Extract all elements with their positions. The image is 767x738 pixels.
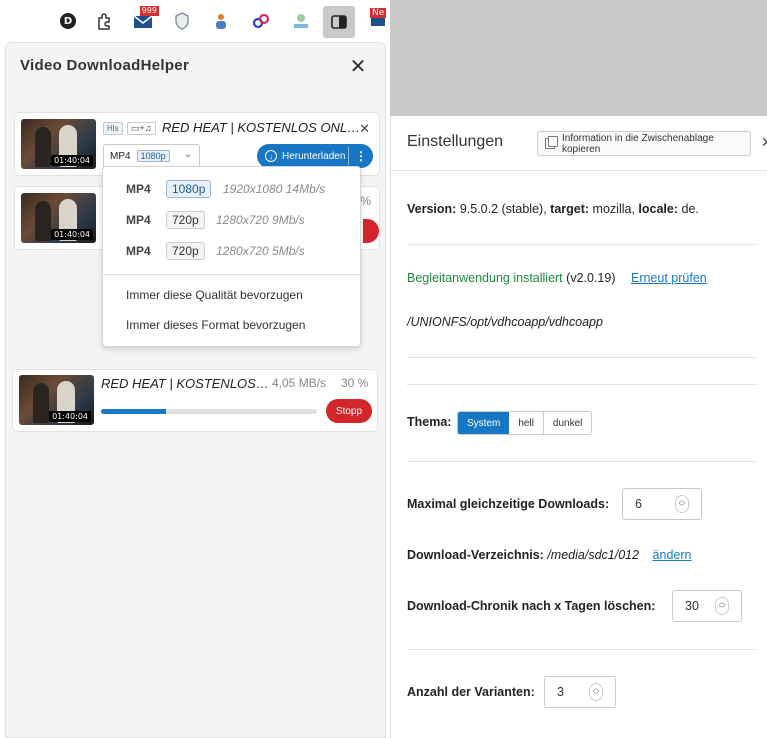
- divider: [407, 649, 755, 650]
- download-directory: Download-Verzeichnis: /media/sdc1/012 än…: [407, 548, 692, 562]
- video-thumbnail: 01:40:04: [21, 119, 96, 169]
- mail-badge: 999: [139, 6, 159, 16]
- theme-label: Thema:: [407, 415, 452, 429]
- divider: [407, 461, 755, 462]
- mail-extension-icon[interactable]: 999: [130, 6, 159, 34]
- download-helper-icon[interactable]: [288, 8, 314, 34]
- audio-video-badge: ▭+♫: [127, 122, 156, 135]
- chevron-down-icon: ⌄: [183, 149, 192, 160]
- theme-selector[interactable]: System hell dunkel: [457, 411, 593, 435]
- download-label: Herunterladen: [282, 150, 346, 162]
- variant-format: MP4: [126, 244, 151, 258]
- prefer-quality-option[interactable]: Immer diese Qualität bevorzugen: [126, 288, 303, 302]
- settings-title: Einstellungen: [407, 133, 504, 150]
- variant-dropdown: MP4 1080p 1920x1080 14Mb/s MP4 720p 1280…: [102, 166, 361, 347]
- divider: [407, 384, 755, 385]
- video-title: RED HEAT | KOSTENLOS…: [101, 376, 269, 391]
- variant-option[interactable]: MP4 1080p 1920x1080 14Mb/s: [103, 176, 360, 202]
- max-downloads-input[interactable]: 6 ︿ ﹀: [622, 488, 702, 520]
- recheck-link[interactable]: Erneut prüfen: [631, 271, 707, 285]
- divider: [407, 357, 755, 358]
- progress-percent: 30 %: [341, 376, 369, 390]
- shield-extension-icon[interactable]: [169, 8, 195, 34]
- divider: [407, 244, 755, 245]
- variant-quality: 1080p: [166, 180, 212, 198]
- downloadhelper-panel: Video DownloadHelper ✕ 01:40:04 Hls ▭+♫ …: [5, 42, 386, 738]
- theme-option-system[interactable]: System: [458, 412, 510, 434]
- change-directory-link[interactable]: ändern: [653, 548, 692, 562]
- history-label: Download-Chronik nach x Tagen löschen:: [407, 599, 656, 613]
- duration-label: 01:40:04: [51, 155, 93, 166]
- video-title: RED HEAT | KOSTENLOS ONL…: [162, 120, 361, 135]
- progress-bar: [101, 409, 317, 414]
- theme-option-dark[interactable]: dunkel: [542, 412, 592, 434]
- stop-button[interactable]: [363, 219, 379, 243]
- stop-button[interactable]: Stopp: [326, 399, 372, 423]
- news-extension-icon[interactable]: Ne: [366, 6, 390, 32]
- link-extension-icon[interactable]: [248, 8, 274, 34]
- download-button[interactable]: ↓ Herunterladen ⋮: [257, 144, 373, 168]
- copy-info-label: Information in die Zwischenablage kopier…: [562, 132, 714, 155]
- variant-info: 1280x720 5Mb/s: [216, 244, 305, 258]
- variant-option[interactable]: MP4 720p 1280x720 5Mb/s: [103, 238, 360, 264]
- settings-header: Einstellungen Information in die Zwische…: [391, 116, 767, 171]
- max-downloads-label: Maximal gleichzeitige Downloads:: [407, 497, 610, 511]
- theme-option-light[interactable]: hell: [509, 412, 543, 434]
- spinner-icon[interactable]: ︿ ﹀: [715, 597, 729, 615]
- video-item[interactable]: 01:40:04 RED HEAT | KOSTENLOS… 4,05 MB/s…: [12, 369, 378, 432]
- prefer-format-option[interactable]: Immer dieses Format bevorzugen: [126, 318, 305, 332]
- video-thumbnail: 01:40:04: [19, 375, 94, 425]
- companion-status: Begleitanwendung installiert (v2.0.19) E…: [407, 271, 707, 285]
- copy-info-button[interactable]: Information in die Zwischenablage kopier…: [537, 131, 751, 156]
- variant-info: 1280x720 9Mb/s: [216, 213, 305, 227]
- variant-info: 1920x1080 14Mb/s: [223, 182, 326, 196]
- format-select[interactable]: MP4 1080p ⌄: [103, 144, 200, 168]
- progress-fill: [101, 409, 166, 414]
- close-settings-icon[interactable]: ✕: [761, 134, 767, 151]
- dropdown-divider: [103, 274, 360, 275]
- variant-format: MP4: [126, 182, 151, 196]
- browser-toolbar: D 999 Ne: [0, 0, 390, 42]
- variants-label: Anzahl der Varianten:: [407, 685, 535, 699]
- download-rate: 4,05 MB/s: [272, 376, 327, 390]
- spinner-icon[interactable]: ︿ ﹀: [675, 495, 689, 513]
- duration-label: 01:40:04: [49, 411, 91, 422]
- spinner-icon[interactable]: ︿ ﹀: [589, 683, 603, 701]
- panel-title: Video DownloadHelper: [20, 57, 190, 74]
- version-info: Version: 9.5.0.2 (stable), target: mozil…: [407, 202, 699, 216]
- progress-percent: %: [360, 194, 371, 208]
- profile-letter: D: [60, 13, 76, 29]
- variant-quality: 720p: [166, 211, 205, 229]
- quality-badge: 1080p: [136, 150, 170, 162]
- variant-option[interactable]: MP4 720p 1280x720 9Mb/s: [103, 207, 360, 233]
- copy-icon: [545, 136, 558, 149]
- duration-label: 01:40:04: [51, 229, 93, 240]
- close-panel-icon[interactable]: ✕: [347, 55, 369, 78]
- settings-panel: Einstellungen Information in die Zwische…: [390, 116, 767, 738]
- format-label: MP4: [110, 150, 131, 162]
- page-background: [390, 0, 767, 116]
- more-options-icon[interactable]: ⋮: [349, 144, 373, 168]
- companion-path: /UNIONFS/opt/vdhcoapp/vdhcoapp: [407, 315, 603, 329]
- news-badge: Ne: [370, 8, 387, 18]
- people-extension-icon[interactable]: [208, 8, 234, 34]
- stream-type-badge: Hls: [103, 122, 123, 135]
- sidebar-toggle-icon[interactable]: [323, 6, 355, 38]
- variants-count-input[interactable]: 3 ︿ ﹀: [544, 676, 616, 708]
- remove-item-icon[interactable]: ✕: [359, 121, 370, 137]
- profile-avatar-icon[interactable]: D: [55, 8, 81, 34]
- variant-quality: 720p: [166, 242, 205, 260]
- download-icon: ↓: [265, 150, 277, 162]
- history-days-input[interactable]: 30 ︿ ﹀: [672, 590, 742, 622]
- video-thumbnail: 01:40:04: [21, 193, 96, 243]
- variant-format: MP4: [126, 213, 151, 227]
- puzzle-extensions-icon[interactable]: [91, 8, 117, 34]
